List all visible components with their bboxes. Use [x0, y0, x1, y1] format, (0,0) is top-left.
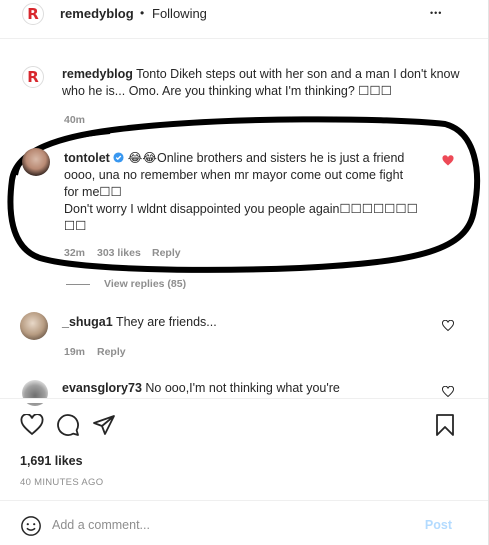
caption-text-block: remedyblog Tonto Dikeh steps out with he… [62, 66, 462, 100]
tontolet-comment-line2: oooo, una no remember when mr mayor come… [64, 168, 404, 182]
shuga1-time: 19m [64, 346, 86, 358]
tontolet-likes[interactable]: 303 likes [97, 245, 141, 262]
shuga1-reply-button[interactable]: Reply [97, 344, 126, 361]
add-comment-input[interactable]: Add a comment... [52, 518, 150, 532]
comment-box-divider [0, 500, 488, 501]
verified-badge-icon [113, 152, 124, 163]
tontolet-comment-line3: for me☐☐ [64, 185, 122, 199]
shuga1-avatar[interactable] [20, 312, 48, 340]
view-replies-line [66, 284, 90, 285]
tontolet-comment-line1: 😂😂Online brothers and sisters he is just… [127, 151, 405, 165]
comments-scroll-mask [0, 399, 488, 403]
tontolet-comment-line4: Don't worry I wldnt disappointed you peo… [64, 202, 418, 216]
post-likes-count[interactable]: 1,691 likes [20, 453, 83, 470]
emoji-smiley-icon[interactable] [20, 515, 42, 537]
caption-time: 40m [64, 114, 86, 126]
shuga1-username[interactable]: _shuga1 [62, 315, 113, 329]
comment-heart-icon[interactable] [442, 320, 454, 332]
follow-status[interactable]: Following [152, 5, 207, 22]
post-panel: R remedyblog • Following ••• R remedyblo… [0, 0, 489, 545]
share-paper-plane-icon[interactable] [92, 413, 116, 437]
view-replies-button[interactable]: View replies (85) [104, 276, 186, 293]
header-separator: • [140, 6, 145, 20]
more-options-icon[interactable]: ••• [430, 5, 442, 22]
tontolet-avatar[interactable] [22, 148, 50, 176]
evansglory73-comment-text: No ooo,I'm not thinking what you're [145, 381, 340, 395]
header-username[interactable]: remedyblog [60, 5, 134, 22]
caption-username[interactable]: remedyblog [62, 67, 133, 81]
post-timestamp[interactable]: 40 MINUTES AGO [20, 474, 103, 491]
shuga1-comment: _shuga1 They are friends... [62, 314, 422, 331]
post-comment-button[interactable]: Post [425, 518, 452, 532]
header-divider [0, 38, 488, 39]
caption-avatar[interactable]: R [22, 66, 44, 88]
evansglory73-comment: evansglory73 No ooo,I'm not thinking wha… [62, 380, 422, 397]
save-bookmark-icon[interactable] [434, 413, 456, 437]
brand-logo-letter: R [27, 68, 39, 86]
like-heart-icon[interactable] [20, 414, 44, 436]
tontolet-time: 32m [64, 247, 86, 259]
tontolet-username[interactable]: tontolet [64, 151, 110, 165]
shuga1-comment-text: They are friends... [115, 315, 217, 329]
evansglory73-username[interactable]: evansglory73 [62, 381, 142, 395]
remedyblog-avatar[interactable]: R [22, 3, 44, 25]
brand-logo-letter: R [27, 5, 39, 23]
tontolet-reply-button[interactable]: Reply [152, 245, 181, 262]
comment-heart-icon[interactable] [442, 386, 454, 398]
tontolet-comment-line5: ☐☐ [64, 219, 87, 233]
tontolet-comment: tontolet 😂😂Online brothers and sisters h… [64, 150, 439, 235]
comment-liked-heart-icon[interactable] [442, 155, 454, 167]
comment-bubble-icon[interactable] [56, 413, 80, 437]
